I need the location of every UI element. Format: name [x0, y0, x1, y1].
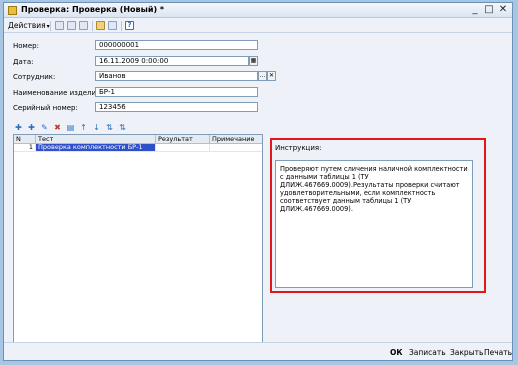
title-bar: Проверка: Проверка (Новый) * _ □ ✕ [4, 3, 512, 18]
app-icon [8, 6, 17, 15]
cell-result[interactable] [156, 144, 210, 151]
window-title: Проверка: Проверка (Новый) * [21, 5, 165, 14]
forward-icon[interactable] [67, 21, 76, 30]
instruction-text[interactable]: Проверяют путем сличения наличной компле… [275, 160, 473, 288]
refresh-icon[interactable] [79, 21, 88, 30]
fill-icon[interactable]: ▤ [66, 124, 75, 132]
delete-row-icon[interactable]: ✖ [53, 124, 62, 132]
actions-menu-label: Действия [8, 21, 46, 30]
close-form-button[interactable]: Закрыть [450, 348, 483, 357]
edit-row-icon[interactable]: ✎ [40, 124, 49, 132]
toolbar-separator [121, 21, 122, 31]
minimize-button[interactable]: _ [469, 4, 481, 16]
product-name-field[interactable]: БР-1 [95, 87, 258, 97]
actions-menu[interactable]: Действия▾ [8, 21, 50, 30]
column-header-n[interactable]: N [14, 135, 36, 143]
close-button[interactable]: ✕ [497, 4, 509, 16]
employee-label: Сотрудник: [13, 73, 56, 81]
print-button[interactable]: Печать [484, 348, 512, 357]
cell-note[interactable] [210, 144, 262, 151]
instruction-panel: Инструкция: Проверяют путем сличения нал… [270, 138, 486, 293]
column-header-note[interactable]: Примечание [210, 135, 262, 143]
structure-icon[interactable] [96, 21, 105, 30]
clear-icon[interactable]: ✕ [267, 71, 276, 81]
calendar-icon[interactable]: ▦ [249, 56, 258, 66]
add-copy-icon[interactable]: ✚ [27, 124, 36, 132]
column-header-test[interactable]: Тест [36, 135, 156, 143]
date-field[interactable]: 16.11.2009 0:00:00 [95, 56, 249, 66]
tests-table[interactable]: N Тест Результат Примечание 1 Проверка к… [13, 134, 263, 343]
select-button[interactable]: … [258, 71, 267, 81]
toolbar: Действия▾ ? [4, 19, 512, 33]
serial-number-label: Серийный номер: [13, 104, 78, 112]
copy-icon[interactable] [108, 21, 117, 30]
column-header-result[interactable]: Результат [156, 135, 210, 143]
save-button[interactable]: Записать [409, 348, 446, 357]
sort-desc-icon[interactable]: ⇅ [118, 124, 127, 132]
maximize-button[interactable]: □ [483, 4, 495, 16]
serial-number-field[interactable]: 123456 [95, 102, 258, 112]
back-icon[interactable] [55, 21, 64, 30]
cell-n: 1 [14, 144, 36, 151]
toolbar-separator [92, 21, 93, 31]
footer-bar: ОК Записать Закрыть Печать [4, 342, 512, 360]
employee-field[interactable]: Иванов [95, 71, 258, 81]
table-header: N Тест Результат Примечание [14, 135, 262, 144]
move-up-icon[interactable]: ↑ [79, 124, 88, 132]
number-label: Номер: [13, 42, 39, 50]
form-window: Проверка: Проверка (Новый) * _ □ ✕ Дейст… [3, 2, 513, 361]
instruction-label: Инструкция: [275, 144, 322, 152]
move-down-icon[interactable]: ↓ [92, 124, 101, 132]
toolbar-separator [50, 21, 51, 31]
help-icon[interactable]: ? [125, 21, 134, 30]
date-label: Дата: [13, 58, 34, 66]
cell-test[interactable]: Проверка комплектности БР-1 [36, 144, 156, 151]
add-row-icon[interactable]: ✚ [14, 124, 23, 132]
number-field[interactable]: 000000001 [95, 40, 258, 50]
sort-asc-icon[interactable]: ⇅ [105, 124, 114, 132]
product-name-label: Наименование изделия: [13, 89, 103, 97]
table-row[interactable]: 1 Проверка комплектности БР-1 [14, 144, 262, 152]
ok-button[interactable]: ОК [390, 348, 403, 357]
